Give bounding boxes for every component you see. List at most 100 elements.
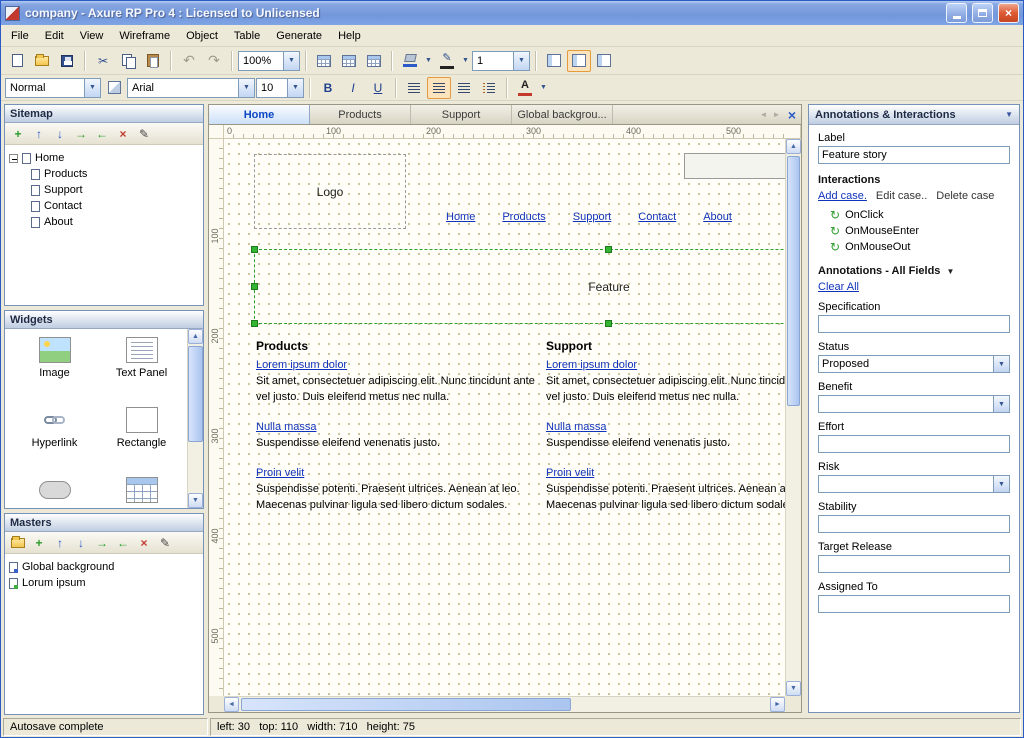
sitemap-panel-header[interactable]: Sitemap [5, 105, 203, 123]
outdent-page-button[interactable]: ← [93, 125, 111, 143]
masters-panel-header[interactable]: Masters [5, 514, 203, 532]
menu-generate[interactable]: Generate [268, 27, 330, 45]
bullet-list-button[interactable] [477, 77, 501, 99]
font-dropdown-arrow[interactable]: ▼ [238, 79, 254, 97]
font-color-dropdown-arrow[interactable]: ▼ [538, 77, 549, 99]
font-size-select[interactable]: 10 ▼ [256, 78, 304, 98]
table-rows-button[interactable] [337, 50, 361, 72]
feature-widget-selected[interactable]: Feature [254, 249, 785, 324]
sitemap-node-support[interactable]: Support [31, 182, 199, 198]
widget-rounded-rectangle[interactable] [11, 477, 98, 508]
nav-link-home[interactable]: Home [446, 211, 475, 223]
menu-help[interactable]: Help [330, 27, 369, 45]
menu-table[interactable]: Table [226, 27, 268, 45]
widgets-scrollbar[interactable]: ▲ ▼ [187, 329, 203, 508]
zoom-dropdown-arrow[interactable]: ▼ [283, 52, 299, 70]
sitemap-node-home[interactable]: Home [9, 150, 199, 166]
edit-page-button[interactable]: ✎ [135, 125, 153, 143]
next-tab-button[interactable]: ► [770, 105, 783, 124]
font-select[interactable]: Arial ▼ [127, 78, 255, 98]
specification-input[interactable] [818, 315, 1010, 333]
align-right-button[interactable] [452, 77, 476, 99]
collapse-icon[interactable] [9, 154, 18, 163]
resize-handle[interactable] [251, 246, 258, 253]
line-width-select[interactable]: 1 ▼ [472, 51, 530, 71]
annotations-panel-header[interactable]: Annotations & Interactions ▼ [809, 105, 1019, 125]
minimize-button[interactable] [946, 3, 967, 23]
benefit-select[interactable]: ▼ [818, 395, 1010, 413]
target-release-input[interactable] [818, 555, 1010, 573]
clear-all-link[interactable]: Clear All [818, 281, 859, 293]
event-onclick[interactable]: ↻OnClick [830, 207, 1010, 223]
scrollbar-thumb[interactable] [241, 698, 571, 711]
column-link[interactable]: Nulla massa [546, 421, 607, 433]
new-folder-button[interactable] [9, 534, 27, 552]
nav-link-support[interactable]: Support [573, 211, 612, 223]
scrollbar-thumb[interactable] [188, 346, 203, 442]
stability-input[interactable] [818, 515, 1010, 533]
menu-object[interactable]: Object [178, 27, 226, 45]
canvas-vertical-scrollbar[interactable]: ▲ ▼ [785, 139, 801, 696]
align-center-button[interactable] [427, 77, 451, 99]
style-select[interactable]: Normal ▼ [5, 78, 101, 98]
nav-link-about[interactable]: About [703, 211, 732, 223]
tab-support[interactable]: Support [411, 105, 512, 124]
column-link[interactable]: Lorem ipsum dolor [546, 359, 637, 371]
table-columns-button[interactable] [362, 50, 386, 72]
risk-dropdown-arrow[interactable]: ▼ [993, 476, 1009, 492]
scroll-right-button[interactable]: ► [770, 697, 785, 712]
font-size-dropdown-arrow[interactable]: ▼ [287, 79, 303, 97]
nav-link-products[interactable]: Products [502, 211, 545, 223]
benefit-dropdown-arrow[interactable]: ▼ [993, 396, 1009, 412]
line-width-dropdown-arrow[interactable]: ▼ [513, 52, 529, 70]
widget-rectangle[interactable]: Rectangle [98, 407, 185, 469]
column-link[interactable]: Lorem ipsum dolor [256, 359, 347, 371]
style-editor-button[interactable] [102, 77, 126, 99]
undo-button[interactable]: ↶ [177, 50, 201, 72]
delete-case-link[interactable]: Delete case [936, 190, 994, 202]
line-color-button[interactable]: ✎ [435, 50, 459, 72]
menu-edit[interactable]: Edit [37, 27, 72, 45]
scroll-down-button[interactable]: ▼ [188, 493, 203, 508]
save-button[interactable] [55, 50, 79, 72]
zoom-select[interactable]: 100% ▼ [238, 51, 300, 71]
maximize-button[interactable] [972, 3, 993, 23]
style-dropdown-arrow[interactable]: ▼ [84, 79, 100, 97]
logo-placeholder[interactable]: Logo [254, 154, 406, 229]
column-link[interactable]: Proin velit [256, 467, 304, 479]
canvas-horizontal-scrollbar[interactable]: ◄ ► [224, 696, 785, 712]
italic-button[interactable]: I [341, 77, 365, 99]
sitemap-node-products[interactable]: Products [31, 166, 199, 182]
scroll-left-button[interactable]: ◄ [224, 697, 239, 712]
redo-button[interactable]: ↷ [202, 50, 226, 72]
copy-button[interactable] [116, 50, 140, 72]
add-case-link[interactable]: Add case. [818, 190, 867, 202]
header-field-placeholder[interactable] [684, 153, 785, 179]
scrollbar-thumb[interactable] [787, 156, 800, 406]
delete-page-button[interactable]: × [114, 125, 132, 143]
resize-handle[interactable] [251, 283, 258, 290]
indent-page-button[interactable]: → [72, 125, 90, 143]
support-column[interactable]: Support Lorem ipsum dolorSit amet, conse… [546, 338, 785, 527]
underline-button[interactable]: U [366, 77, 390, 99]
products-column[interactable]: Products Lorem ipsum dolorSit amet, cons… [256, 338, 544, 527]
resize-handle[interactable] [605, 246, 612, 253]
move-page-down-button[interactable]: ↓ [51, 125, 69, 143]
layout-button-2[interactable] [567, 50, 591, 72]
paste-button[interactable] [141, 50, 165, 72]
menu-view[interactable]: View [72, 27, 112, 45]
status-dropdown-arrow[interactable]: ▼ [993, 356, 1009, 372]
nav-link-contact[interactable]: Contact [638, 211, 676, 223]
event-onmouseout[interactable]: ↻OnMouseOut [830, 239, 1010, 255]
tab-home[interactable]: Home [209, 105, 310, 124]
widgets-panel-header[interactable]: Widgets [5, 311, 203, 329]
scroll-up-button[interactable]: ▲ [188, 329, 203, 344]
open-button[interactable] [30, 50, 54, 72]
indent-master-button[interactable]: → [93, 534, 111, 552]
table-grid-button[interactable] [312, 50, 336, 72]
move-master-up-button[interactable]: ↑ [51, 534, 69, 552]
menu-file[interactable]: File [3, 27, 37, 45]
bold-button[interactable]: B [316, 77, 340, 99]
widget-table[interactable] [98, 477, 185, 508]
align-left-button[interactable] [402, 77, 426, 99]
